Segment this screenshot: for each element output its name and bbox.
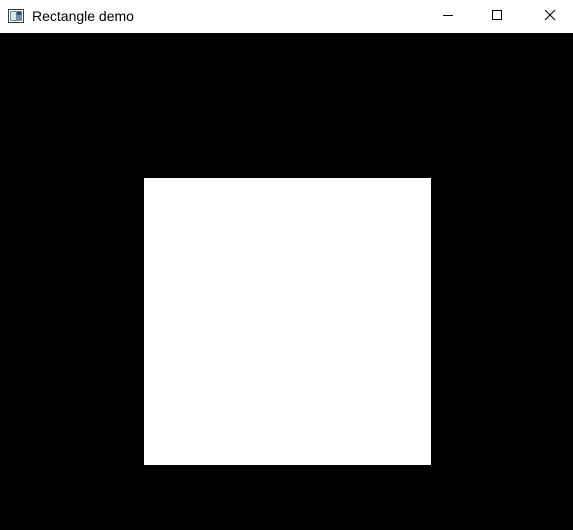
app-window-icon[interactable] [8,9,24,23]
minimize-icon [442,8,454,26]
close-icon [544,8,556,26]
app-window: Rectangle demo [0,0,573,530]
title-bar[interactable]: Rectangle demo [0,0,573,33]
maximize-button[interactable] [474,0,520,33]
window-title: Rectangle demo [32,8,134,24]
white-rectangle [144,178,431,465]
minimize-button[interactable] [425,0,471,33]
maximize-icon [491,8,503,26]
close-button[interactable] [527,0,573,33]
drawing-canvas [0,33,573,530]
